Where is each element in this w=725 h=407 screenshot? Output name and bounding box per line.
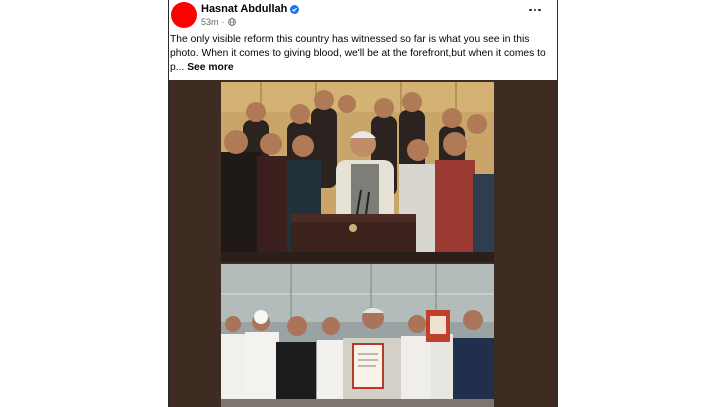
post-meta: 53m · bbox=[201, 17, 236, 27]
see-more-link[interactable]: See more bbox=[187, 62, 233, 73]
document-ceremony-photo[interactable] bbox=[221, 264, 494, 407]
author-row: Hasnat Abdullah bbox=[201, 3, 300, 15]
group-at-podium-photo[interactable] bbox=[221, 82, 494, 262]
meta-separator: · bbox=[221, 17, 225, 27]
author-avatar[interactable] bbox=[171, 2, 197, 28]
verified-badge-icon bbox=[290, 4, 300, 14]
globe-icon bbox=[227, 18, 236, 26]
post-text: The only visible reform this country has… bbox=[170, 33, 552, 75]
post-media bbox=[169, 80, 557, 407]
post-time[interactable]: 53m bbox=[201, 17, 219, 27]
more-options-icon[interactable] bbox=[527, 4, 543, 16]
author-name[interactable]: Hasnat Abdullah bbox=[201, 3, 287, 15]
facebook-post: Hasnat Abdullah 53m · The only visible r… bbox=[168, 0, 558, 407]
